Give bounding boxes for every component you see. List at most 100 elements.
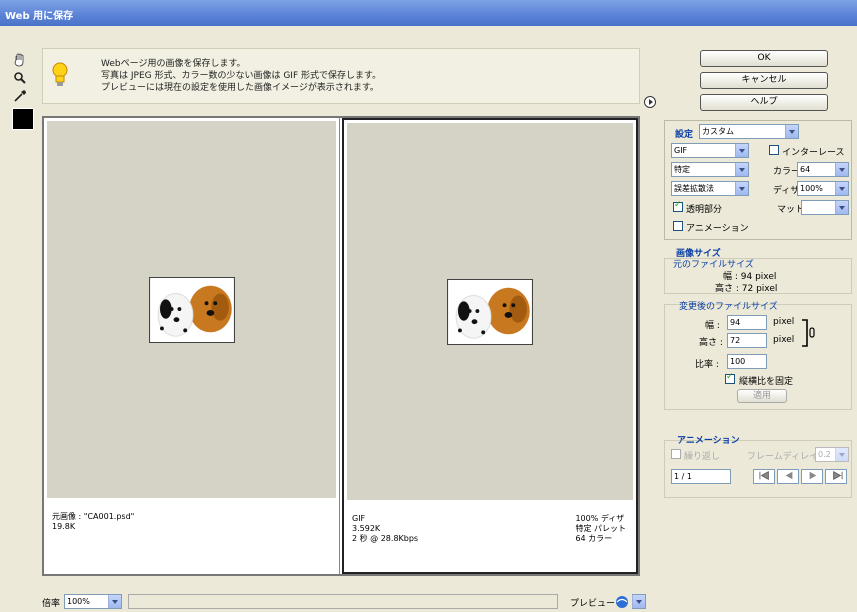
chevron-down-icon [632,595,645,608]
original-image-thumbnail [148,276,235,343]
zoom-tool-icon[interactable] [12,70,28,86]
height-input[interactable]: 72 [727,333,767,348]
width-label: 幅 : [705,321,720,331]
animation-group: アニメーション 繰り返し フレームディレイ 0.2 1 / 1 [664,436,852,498]
original-pane[interactable]: 元画像 : "CA001.psd" 19.8K [44,118,340,574]
zoom-value: 100% [67,597,90,606]
prev-frame-button[interactable] [777,469,799,484]
original-filesize: 19.8K [52,522,76,531]
percent-label: 比率 : [695,360,719,370]
chevron-right-icon[interactable] [835,182,848,195]
chevron-down-icon [108,595,121,608]
last-frame-icon [833,470,843,481]
optimized-pane[interactable]: GIF 3.592K 2 秒 @ 28.8Kbps 100% ディザ 特定 パレ… [342,118,638,574]
original-height: 高さ : 72 pixel [715,284,778,294]
percent-input[interactable]: 100 [727,354,767,369]
chevron-down-icon [735,182,748,195]
chevron-down-icon [835,448,848,461]
interlace-checkbox[interactable] [769,145,779,155]
loop-label: 繰り返し [684,452,721,462]
dither-amount-input[interactable]: 100% [797,181,849,196]
summary-palette: 特定 パレット [575,524,626,533]
next-frame-button[interactable] [801,469,823,484]
width-unit: pixel [773,317,795,327]
help-button[interactable]: ヘルプ [700,94,828,111]
interlace-label: インターレース [782,148,845,158]
hand-tool-icon[interactable] [12,52,28,68]
original-filename: 元画像 : "CA001.psd" [52,512,135,521]
animation-checkbox[interactable] [673,221,683,231]
dither-label: ディザ [773,186,800,196]
transparency-label: 透明部分 [686,205,723,215]
loop-checkbox[interactable] [671,449,681,459]
chevron-down-icon [835,201,848,214]
new-size-header: 変更後のファイルサイズ [679,302,778,312]
eyedropper-color-swatch[interactable] [12,108,34,130]
save-for-web-window: Webページ用の画像を保存します。 写真は JPEG 形式、カラー数の少ない画像… [0,26,857,609]
preview-area: 元画像 : "CA001.psd" 19.8K GIF 3.592K 2 秒 @… [42,116,640,576]
settings-panel: 設定 カスタム GIF インターレース 特定 カラー 64 誤差拡散法 ディザ … [664,120,852,240]
new-size-group: 変更後のファイルサイズ 幅 : 94 pixel 高さ : 72 pixel 比… [664,302,852,410]
link-icon [802,319,815,347]
frame-delay-label: フレームディレイ [747,452,819,462]
original-canvas[interactable] [47,121,336,498]
status-bar [128,594,558,609]
summary-dither: 100% ディザ [575,514,625,523]
colors-label: カラー [773,167,801,177]
optimized-canvas[interactable] [347,123,633,500]
browser-select[interactable] [632,594,646,609]
summary-colors: 64 カラー [575,534,613,543]
prev-frame-icon [785,471,793,480]
dither-algorithm-value: 誤差拡散法 [674,184,714,193]
height-unit: pixel [773,335,795,345]
colors-value: 64 [800,165,811,174]
original-size-group: 元のファイルサイズ 幅 : 94 pixel 高さ : 72 pixel [664,258,852,294]
width-input[interactable]: 94 [727,315,767,330]
cancel-button[interactable]: キャンセル [700,72,828,89]
format-value: GIF [674,146,688,155]
frame-delay-select[interactable]: 0.2 [815,447,849,462]
chevron-down-icon [785,125,798,138]
window-title: Web 用に保存 [0,0,857,26]
settings-label: 設定 [675,130,694,140]
dither-algorithm-select[interactable]: 誤差拡散法 [671,181,749,196]
info-text: Webページ用の画像を保存します。 写真は JPEG 形式、カラー数の少ない画像… [101,58,381,94]
matte-label: マット [777,205,805,215]
colors-select[interactable]: 64 [797,162,849,177]
next-frame-icon [809,471,817,480]
eyedropper-tool-icon[interactable] [12,88,28,104]
browser-preview-icon[interactable] [614,594,630,609]
options-menu-button[interactable] [644,96,656,108]
preview-label: プレビュー [570,599,616,609]
format-select[interactable]: GIF [671,143,749,158]
height-label: 高さ : [699,338,723,348]
first-frame-button[interactable] [753,469,775,484]
frame-counter: 1 / 1 [671,469,731,484]
last-frame-button[interactable] [825,469,847,484]
dither-amount-value: 100% [800,184,823,193]
zoom-label: 倍率 [42,599,61,609]
preset-select[interactable]: カスタム [699,124,799,139]
first-frame-icon [759,470,769,481]
chevron-down-icon [735,144,748,157]
info-line: 写真は JPEG 形式、カラー数の少ない画像は GIF 形式で保存します。 [101,71,382,81]
transparency-checkbox[interactable] [673,200,683,212]
info-line: プレビューには現在の設定を使用した画像イメージが表示されます。 [101,83,379,93]
matte-select[interactable] [801,200,849,215]
lightbulb-icon [52,62,68,86]
animation-header: アニメーション [677,436,740,446]
original-info: 元画像 : "CA001.psd" 19.8K [48,502,335,568]
animation-label: アニメーション [686,224,749,234]
ok-button[interactable]: OK [700,50,828,67]
chevron-down-icon [735,163,748,176]
info-line: Webページ用の画像を保存します。 [101,59,246,69]
preset-value: カスタム [702,127,734,136]
reduction-select[interactable]: 特定 [671,162,749,177]
optimized-settings-summary: 100% ディザ 特定 パレット 64 カラー [575,514,626,544]
bottom-bar: 倍率 100% プレビュー [42,592,662,612]
apply-button[interactable]: 適用 [737,389,787,403]
constrain-proportions-label: 縦横比を固定 [739,377,794,387]
frame-delay-value: 0.2 [818,450,831,459]
zoom-select[interactable]: 100% [64,594,122,609]
constrain-proportions-checkbox[interactable] [725,372,735,384]
